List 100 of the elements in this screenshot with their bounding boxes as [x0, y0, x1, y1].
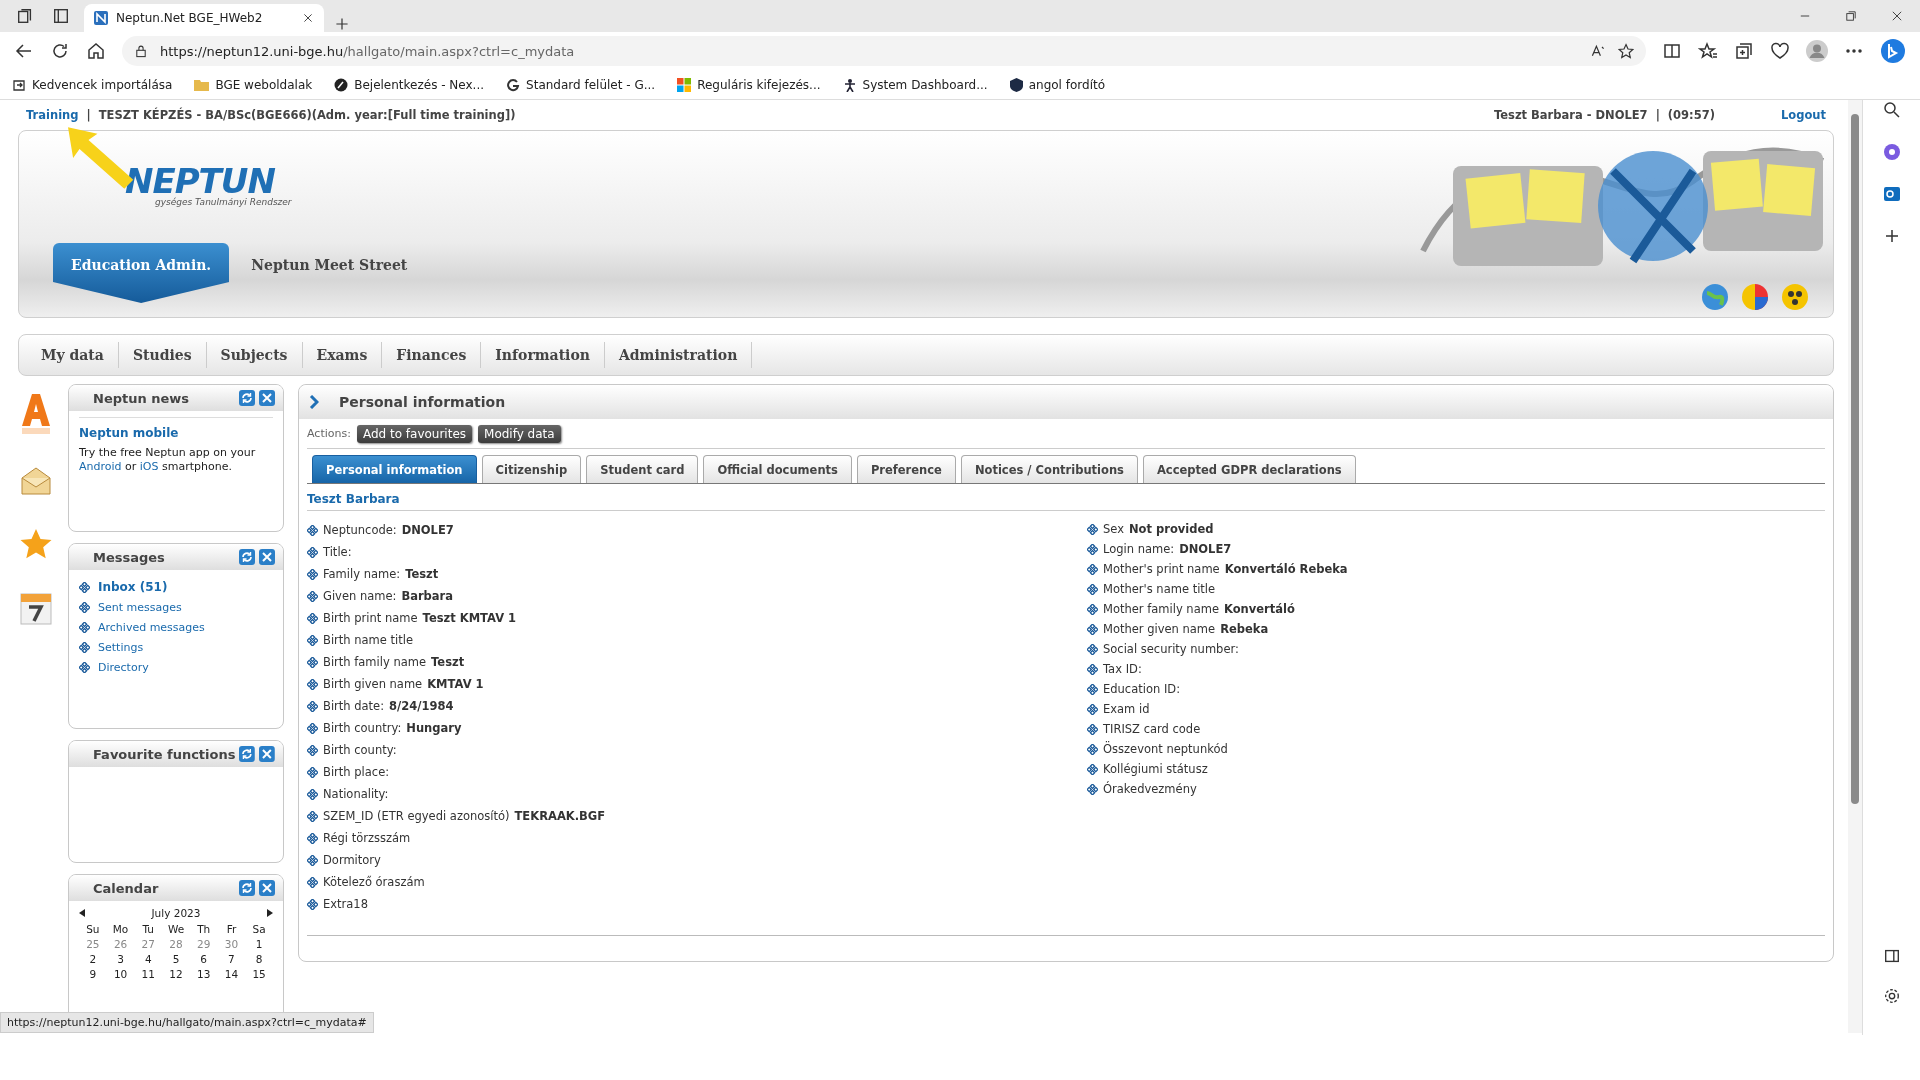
message-link[interactable]: Directory	[98, 661, 149, 674]
tab[interactable]: Citizenship	[481, 455, 582, 483]
bookmark-item[interactable]: Reguláris kifejezés...	[677, 77, 821, 92]
calendar-day[interactable]: 30	[217, 938, 246, 950]
field-label: Birth name title	[323, 633, 414, 647]
close-icon[interactable]	[259, 390, 275, 406]
calendar-day[interactable]: 25	[79, 938, 107, 950]
favorites-icon[interactable]	[1698, 41, 1718, 61]
settings-icon[interactable]	[1882, 987, 1901, 1005]
message-link[interactable]: Archived messages	[98, 621, 205, 634]
next-month-icon[interactable]	[267, 909, 273, 917]
sidebar-toggle-icon[interactable]	[1882, 947, 1901, 965]
search-icon[interactable]	[1881, 100, 1902, 120]
calendar-day[interactable]: 8	[245, 953, 273, 965]
collections-icon[interactable]	[1734, 41, 1754, 61]
calendar-day[interactable]: 7	[217, 953, 246, 965]
tab[interactable]: Official documents	[703, 455, 852, 483]
diamond-bullet-icon	[79, 602, 90, 613]
calendar-day[interactable]: 11	[134, 968, 163, 980]
diamond-bullet-icon	[1087, 643, 1098, 655]
bookmark-item[interactable]: Kedvencek importálása	[12, 77, 173, 92]
calendar-day[interactable]: 27	[134, 938, 163, 950]
close-icon[interactable]	[1891, 10, 1903, 22]
tab[interactable]: Preference	[856, 455, 956, 483]
calendar-day[interactable]: 12	[162, 968, 190, 980]
calendar-day[interactable]: 15	[245, 968, 273, 980]
tab[interactable]: Personal information	[312, 455, 477, 483]
bookmark-item[interactable]: Standard felület - G...	[506, 77, 656, 92]
tab[interactable]: Student card	[586, 455, 699, 483]
workspaces-icon[interactable]	[16, 7, 34, 25]
tab[interactable]: Notices / Contributions	[960, 455, 1138, 483]
separator-text: |	[86, 108, 91, 122]
field-label: SZEM_ID (ETR egyedi azonosító)	[323, 809, 510, 823]
field-label: Neptuncode:	[323, 523, 397, 537]
action-button[interactable]: Modify data	[478, 424, 561, 443]
field-value: Hungary	[406, 721, 462, 735]
header-tab[interactable]: Education Admin.	[53, 243, 230, 303]
training-link[interactable]: Training	[26, 108, 79, 122]
logout-link[interactable]: Logout	[1780, 108, 1826, 122]
refresh-icon[interactable]	[50, 41, 70, 61]
close-icon[interactable]	[259, 549, 275, 565]
bookmark-item[interactable]: BGE weboldalak	[194, 77, 313, 92]
calendar-day[interactable]: 13	[189, 968, 218, 980]
calendar-day[interactable]: 4	[134, 953, 163, 965]
tab-actions-icon[interactable]	[52, 7, 70, 25]
field-value: Konvertáló Rebeka	[1224, 562, 1348, 576]
bookmark-item[interactable]: Bejelentkezés - Nex...	[334, 77, 485, 92]
message-link[interactable]: Settings	[98, 641, 144, 654]
color-wheel-icon[interactable]	[1741, 283, 1769, 311]
address-bar[interactable]: https://neptun12.uni-bge.hu/hallgato/main.aspx?ctrl=c_mydata	[122, 36, 1646, 66]
action-button[interactable]: Add to favourites	[356, 424, 473, 443]
globe-icon[interactable]	[1701, 283, 1729, 311]
split-screen-icon[interactable]	[1662, 41, 1682, 61]
diamond-bullet-icon	[307, 678, 318, 690]
calendar-day[interactable]: 3	[106, 953, 135, 965]
menu-item[interactable]: Subjects	[206, 342, 303, 368]
menu-item[interactable]: Exams	[302, 342, 383, 368]
star-icon[interactable]	[1618, 43, 1634, 59]
calendar-day[interactable]: 10	[106, 968, 135, 980]
new-tab-icon[interactable]	[334, 16, 350, 32]
calendar-day[interactable]: 29	[189, 938, 218, 950]
close-icon[interactable]	[259, 880, 275, 896]
menu-item[interactable]: Studies	[118, 342, 207, 368]
diamond-bullet-icon	[307, 832, 318, 844]
field-value: Teszt	[431, 655, 465, 669]
browser-tab[interactable]: Neptun.Net BGE_HWeb2	[84, 4, 324, 32]
calendar-day[interactable]: 2	[79, 953, 107, 965]
home-icon[interactable]	[86, 41, 106, 61]
calendar-day[interactable]: 14	[217, 968, 246, 980]
message-link[interactable]: Sent messages	[98, 601, 182, 614]
news-heading[interactable]: Neptun mobile	[79, 417, 273, 440]
profile-avatar-icon[interactable]	[1806, 40, 1828, 62]
menu-item[interactable]: Administration	[604, 342, 753, 368]
letter-a-icon[interactable]	[20, 392, 52, 436]
read-aloud-icon[interactable]	[1590, 43, 1606, 59]
previous-month-icon[interactable]	[79, 909, 85, 917]
calendar-day[interactable]: 28	[162, 938, 190, 950]
close-icon[interactable]	[259, 746, 275, 762]
menu-item[interactable]: My data	[27, 342, 119, 368]
app-link[interactable]: iOS	[139, 460, 159, 474]
diamond-bullet-icon	[1087, 583, 1098, 595]
calendar-day[interactable]: 26	[106, 938, 135, 950]
menu-item[interactable]: Finances	[382, 342, 482, 368]
calendar-day[interactable]: 5	[162, 953, 190, 965]
field-value: KMTAV 1	[427, 677, 484, 691]
app-link[interactable]: Android	[79, 460, 122, 474]
header-tab[interactable]: Neptun Meet Street	[251, 243, 408, 287]
field-value: TEKRAAK.BGF	[514, 809, 606, 823]
calendar-day[interactable]: 6	[189, 953, 218, 965]
scrollbar-thumb[interactable]	[1851, 114, 1859, 804]
menu-item[interactable]: Information	[481, 342, 605, 368]
close-icon[interactable]	[302, 12, 314, 24]
message-link[interactable]: Inbox (51)	[98, 580, 168, 594]
calendar-day[interactable]: 1	[245, 938, 273, 950]
calendar-day[interactable]: 9	[79, 968, 107, 980]
bookmark-item[interactable]: System Dashboard...	[842, 77, 988, 92]
field-label: Given name:	[323, 589, 397, 603]
bookmark-item[interactable]: angol fordító	[1009, 77, 1106, 92]
tab[interactable]: Accepted GDPR declarations	[1142, 455, 1356, 483]
restore-icon[interactable]	[1845, 10, 1857, 22]
